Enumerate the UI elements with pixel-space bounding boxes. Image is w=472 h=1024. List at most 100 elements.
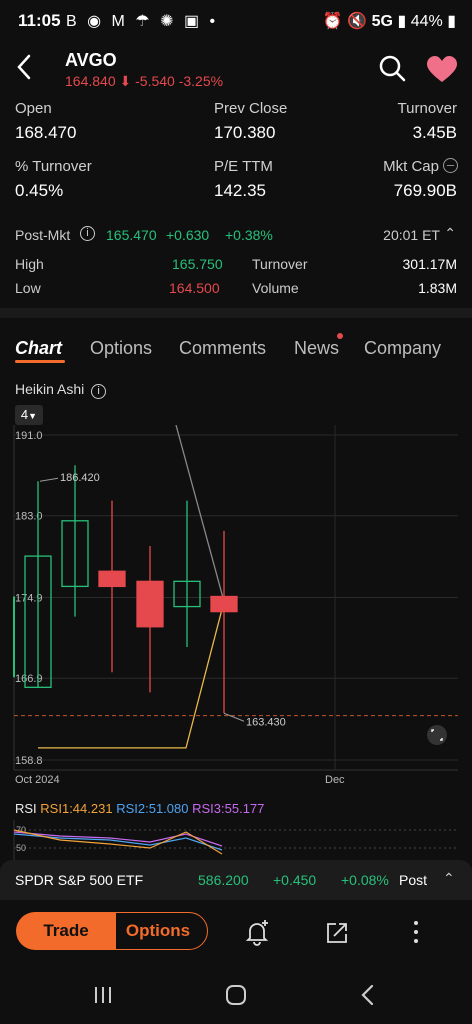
chart-type-selector[interactable]: Heikin Ashi i [15, 381, 107, 399]
mkt-cap-dropdown-icon[interactable]: – [443, 158, 458, 173]
stock-quote: 164.840 ⬇ -5.540 -3.25% [65, 73, 223, 90]
candles [13, 465, 238, 714]
battery-icon: ▮ [447, 13, 456, 30]
back-arrow-icon[interactable] [14, 52, 34, 82]
rsi1-line [13, 829, 223, 855]
rsi1-value: RSI1:44.231 [40, 801, 113, 816]
stat-label-turnover: Turnover [397, 100, 457, 117]
ticker-price: 586.200 [198, 872, 249, 888]
tab-company[interactable]: Company [364, 338, 441, 359]
chart-annotations: 186.420 163.430 [39, 472, 447, 745]
stock-price: 164.840 [65, 73, 116, 89]
signal-icon: ▮ [397, 13, 407, 30]
status-right: ⏰ 🔇 5G ▮ 44% ▮ [323, 11, 456, 31]
stat-label-pct-turnover: % Turnover [15, 158, 92, 175]
high-label: High [15, 256, 44, 272]
tab-options[interactable]: Options [90, 338, 152, 359]
detail-tabs: Chart Options Comments News Company [0, 333, 472, 368]
recent-apps-icon[interactable] [92, 984, 114, 1006]
y-tick-label: 191.0 [15, 430, 43, 442]
share-icon[interactable] [324, 920, 350, 946]
stat-label-open: Open [15, 100, 52, 117]
annotation-leader [39, 477, 59, 482]
stat-value-open: 168.470 [15, 123, 77, 142]
info-icon[interactable]: i [80, 226, 95, 241]
stat-value-pct-turnover: 0.45% [15, 181, 64, 200]
low-value: 164.500 [169, 280, 220, 296]
alarm-icon: ⏰ [322, 13, 343, 30]
stat-label-mkt-cap: Mkt Cap [383, 158, 439, 175]
info-icon[interactable]: i [91, 384, 107, 399]
tab-comments[interactable]: Comments [179, 338, 266, 359]
post-market-change-pct: +0.38% [225, 227, 273, 243]
turnover-label: Turnover [252, 256, 308, 272]
rsi-legend: RSI RSI1:44.231 RSI2:51.080 RSI3:55.177 [15, 801, 264, 816]
high-value: 165.750 [172, 256, 223, 272]
period-selector[interactable]: 4▼ [15, 405, 43, 425]
news-notification-dot [337, 333, 343, 339]
stat-label-pe: P/E TTM [214, 158, 273, 175]
x-tick-label: Oct 2024 [15, 774, 60, 786]
rsi-title: RSI [15, 801, 37, 816]
tab-news[interactable]: News [294, 338, 339, 359]
candle-body [210, 595, 238, 613]
stock-symbol: AVGO [65, 50, 117, 70]
x-tick-label: Dec [325, 774, 345, 786]
volume-value: 1.83M [418, 280, 457, 296]
stock-change: -5.540 [135, 73, 175, 89]
chevron-up-icon[interactable]: ⌃ [444, 225, 456, 242]
rsi-chart: 70 50 [13, 820, 458, 860]
low-label: Low [15, 280, 41, 296]
stat-value-turnover: 3.45B [412, 123, 457, 142]
battery-label: 44% [410, 13, 443, 30]
fullscreen-icon[interactable] [427, 725, 447, 745]
candle-body [136, 580, 164, 628]
turnover-value: 301.17M [402, 256, 457, 272]
post-market-label: Post-Mkt [15, 227, 71, 243]
chart-type-label: Heikin Ashi [15, 381, 85, 397]
status-time: 11:05 [18, 11, 61, 30]
post-market-time: 20:01 ET [383, 227, 440, 243]
price-chart[interactable]: 191.0183.0174.9166.9158.8Oct 2024 Dec 186… [0, 425, 472, 795]
trade-button[interactable]: Trade [16, 912, 116, 950]
options-button[interactable]: Options [108, 912, 208, 950]
post-market-price: 165.470 [106, 227, 157, 243]
ma-line [175, 425, 225, 602]
network-label: 5G [371, 13, 393, 30]
stat-label-prev-close: Prev Close [214, 100, 288, 117]
ticker-session: Post [399, 872, 428, 888]
status-notification-icons: B ◉ M ☂ ✺ ▣ • [66, 13, 219, 30]
search-icon[interactable] [378, 54, 406, 82]
ma-line [38, 601, 225, 749]
rsi3-value: RSI3:55.177 [192, 801, 265, 816]
bottom-toolbar: Trade Options [0, 900, 472, 970]
ticker-change-pct: +0.08% [341, 872, 389, 888]
stat-value-pe: 142.35 [214, 181, 266, 200]
mute-icon: 🔇 [347, 13, 368, 30]
ticker-name: SPDR S&P 500 ETF [15, 872, 144, 888]
home-icon[interactable] [224, 983, 248, 1007]
caret-down-icon: ▼ [28, 411, 38, 421]
more-options-icon[interactable] [410, 918, 422, 946]
annotation-low: 163.430 [246, 716, 286, 728]
back-icon[interactable] [358, 983, 378, 1007]
rsi2-value: RSI2:51.080 [116, 801, 189, 816]
tab-chart[interactable]: Chart [15, 338, 62, 359]
rsi-level-50: 50 [16, 843, 26, 853]
y-tick-label: 158.8 [15, 755, 43, 767]
status-bar: 11:05 B ◉ M ☂ ✺ ▣ • ⏰ 🔇 5G ▮ 44% ▮ [0, 0, 472, 44]
post-market-change: +0.630 [166, 227, 210, 243]
tab-active-underline [15, 360, 65, 363]
annotation-leader [223, 712, 245, 722]
stat-value-prev-close: 170.380 [214, 123, 276, 142]
bottom-ticker-bar[interactable]: SPDR S&P 500 ETF 586.200 +0.450 +0.08% P… [0, 860, 472, 900]
stock-header: AVGO 164.840 ⬇ -5.540 -3.25% [0, 44, 472, 94]
system-nav-bar [0, 970, 472, 1024]
ticker-change: +0.450 [273, 872, 317, 888]
section-divider [0, 308, 472, 318]
price-alert-bell-icon[interactable] [244, 920, 270, 946]
candle-body [98, 570, 126, 588]
annotation-high: 186.420 [60, 472, 100, 484]
chevron-up-icon[interactable]: ⌃ [443, 870, 455, 887]
favorite-heart-icon[interactable] [426, 56, 458, 84]
